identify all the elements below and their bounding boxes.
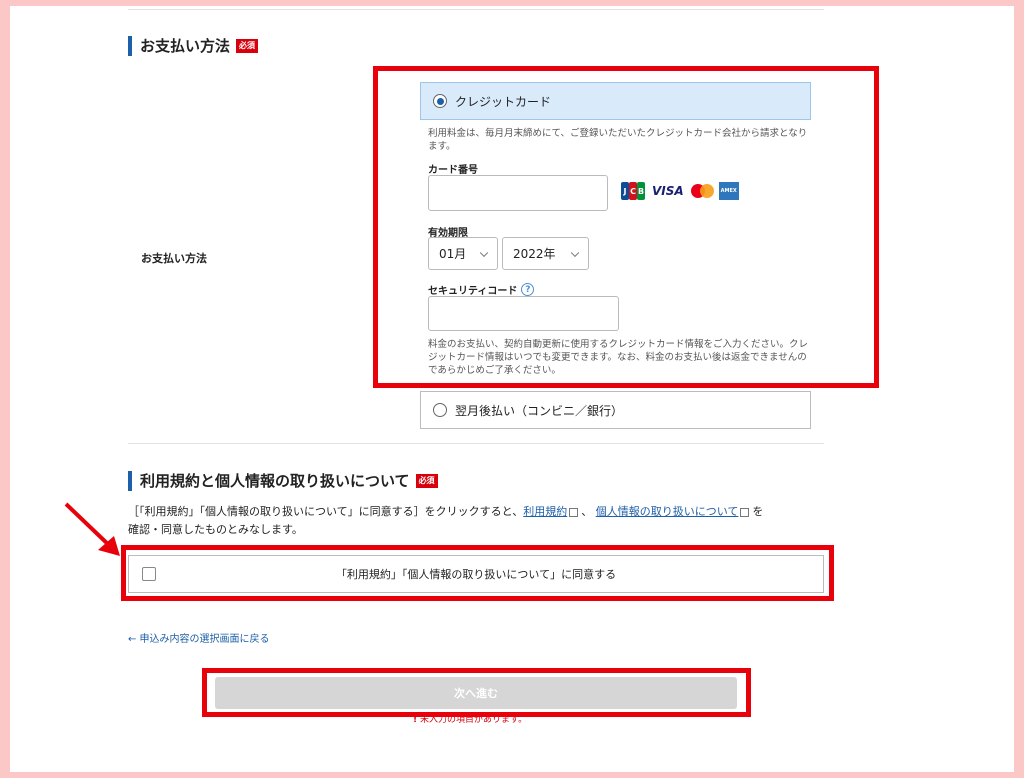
deferred-payment-option[interactable]: 翌月後払い（コンビニ／銀行）: [420, 391, 811, 429]
terms-explanation: ［「利用規約」「個人情報の取り扱いについて」に同意する］をクリックすると、利用規…: [128, 503, 828, 539]
required-badge: 必須: [236, 38, 259, 53]
divider-terms: [128, 443, 824, 444]
payment-row-label: お支払い方法: [141, 252, 207, 265]
terms-text-suffix: を: [752, 505, 764, 518]
payment-title-text: お支払い方法: [140, 37, 231, 55]
divider-top: [128, 9, 824, 10]
external-link-icon: [569, 507, 579, 517]
required-badge: 必須: [415, 473, 438, 488]
external-link-icon: [740, 507, 750, 517]
highlight-frame-next: [202, 668, 751, 717]
terms-text-line2: 確認・同意したものとみなします。: [128, 523, 303, 536]
terms-link[interactable]: 利用規約: [523, 505, 567, 518]
page: お支払い方法 必須 お支払い方法 クレジットカード 利用料金は、毎月月末締めにて…: [10, 6, 1014, 772]
back-link[interactable]: ← 申込み内容の選択画面に戻る: [128, 630, 270, 645]
privacy-link[interactable]: 個人情報の取り扱いについて: [596, 505, 739, 518]
deferred-payment-radio[interactable]: [433, 403, 447, 417]
red-arrow-icon: [64, 502, 120, 556]
highlight-frame-credit-card: [373, 66, 879, 388]
title-accent-bar: [128, 35, 132, 56]
terms-text-prefix: ［「利用規約」「個人情報の取り扱いについて」に同意する］をクリックすると、: [128, 505, 524, 518]
highlight-frame-agree: [121, 545, 834, 601]
terms-title-text: 利用規約と個人情報の取り扱いについて: [140, 472, 410, 490]
title-accent-bar: [128, 470, 132, 491]
terms-separator: 、: [581, 505, 593, 518]
terms-section-title: 利用規約と個人情報の取り扱いについて 必須: [128, 470, 438, 491]
deferred-payment-label: 翌月後払い（コンビニ／銀行）: [455, 403, 624, 418]
payment-section-title: お支払い方法 必須: [128, 35, 259, 56]
